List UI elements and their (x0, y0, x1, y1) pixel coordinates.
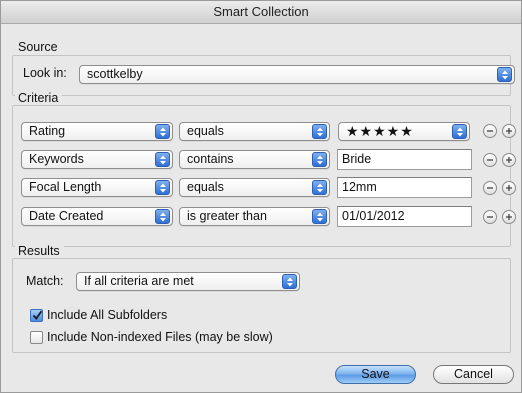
rating-stars: ★★★★★ (346, 123, 414, 139)
match-label: Match: (26, 274, 64, 288)
include-nonindexed-label: Include Non-indexed Files (may be slow) (47, 330, 273, 344)
add-criterion-button[interactable] (502, 153, 516, 167)
smart-collection-dialog: Smart Collection Source Look in: scottke… (0, 0, 522, 393)
plus-circle-icon (506, 185, 512, 191)
remove-criterion-button[interactable] (483, 124, 497, 138)
criteria-operator-value: is greater than (187, 209, 267, 223)
look-in-value: scottkelby (87, 67, 143, 81)
updown-arrows-icon (497, 67, 512, 82)
minus-circle-icon (487, 159, 493, 161)
criteria-field-value: Rating (29, 124, 66, 138)
updown-arrows-icon (155, 180, 170, 195)
results-group-label: Results (15, 244, 64, 258)
look-in-label: Look in: (23, 66, 67, 80)
updown-arrows-icon (312, 124, 327, 139)
remove-criterion-button[interactable] (483, 210, 497, 224)
criteria-field-value: Focal Length (29, 180, 102, 194)
checkmark-icon (32, 310, 43, 320)
match-value: If all criteria are met (84, 274, 194, 288)
criteria-field-popup[interactable]: Rating (21, 122, 173, 141)
updown-arrows-icon (282, 274, 297, 289)
updown-arrows-icon (312, 209, 327, 224)
minus-circle-icon (487, 216, 493, 218)
look-in-popup[interactable]: scottkelby (79, 65, 515, 84)
add-criterion-button[interactable] (502, 124, 516, 138)
include-subfolders-checkbox[interactable] (30, 309, 43, 322)
add-criterion-button[interactable] (502, 181, 516, 195)
updown-arrows-icon (312, 152, 327, 167)
updown-arrows-icon (155, 152, 170, 167)
minus-circle-icon (487, 187, 493, 189)
criteria-operator-popup[interactable]: contains (179, 150, 330, 169)
keywords-value-field[interactable]: Bride (337, 149, 472, 170)
window-title: Smart Collection (1, 1, 521, 24)
remove-criterion-button[interactable] (483, 153, 497, 167)
criteria-operator-popup[interactable]: is greater than (179, 207, 330, 226)
add-criterion-button[interactable] (502, 210, 516, 224)
date-created-value-field[interactable]: 01/01/2012 (337, 206, 472, 227)
criteria-operator-value: equals (187, 180, 224, 194)
criteria-operator-popup[interactable]: equals (179, 178, 330, 197)
updown-arrows-icon (452, 124, 467, 139)
plus-circle-icon (506, 128, 512, 134)
include-subfolders-label: Include All Subfolders (47, 308, 168, 322)
criteria-operator-value: equals (187, 124, 224, 138)
remove-criterion-button[interactable] (483, 181, 497, 195)
criteria-group-label: Criteria (15, 91, 63, 105)
rating-value-popup[interactable]: ★★★★★ (338, 122, 470, 141)
save-button[interactable]: Save (335, 365, 416, 384)
criteria-operator-popup[interactable]: equals (179, 122, 330, 141)
plus-circle-icon (506, 214, 512, 220)
match-popup[interactable]: If all criteria are met (76, 272, 300, 291)
criteria-field-value: Keywords (29, 152, 84, 166)
criteria-field-popup[interactable]: Focal Length (21, 178, 173, 197)
minus-circle-icon (487, 130, 493, 132)
criteria-field-value: Date Created (29, 209, 104, 223)
criteria-field-popup[interactable]: Keywords (21, 150, 173, 169)
updown-arrows-icon (312, 180, 327, 195)
updown-arrows-icon (155, 209, 170, 224)
criteria-field-popup[interactable]: Date Created (21, 207, 173, 226)
plus-circle-icon (506, 157, 512, 163)
include-nonindexed-checkbox[interactable] (30, 331, 43, 344)
updown-arrows-icon (155, 124, 170, 139)
cancel-button[interactable]: Cancel (433, 365, 514, 384)
source-group-label: Source (15, 40, 62, 54)
focal-length-value-field[interactable]: 12mm (337, 177, 472, 198)
criteria-operator-value: contains (187, 152, 234, 166)
